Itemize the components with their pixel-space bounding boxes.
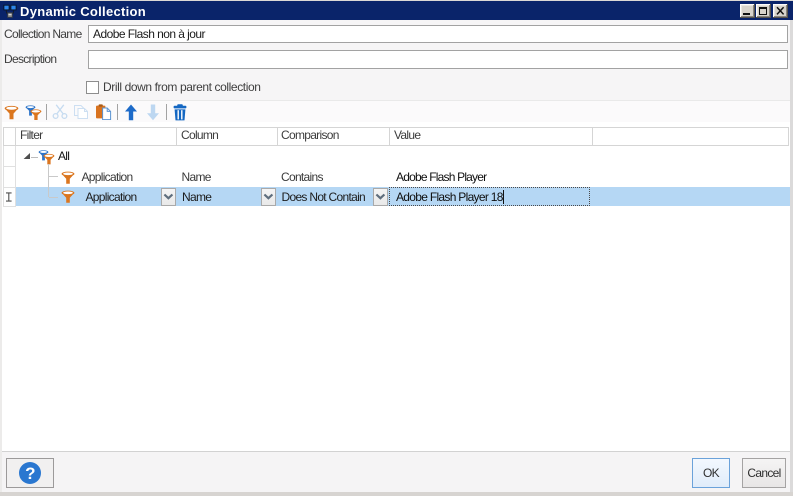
svg-text:?: ? [25,464,35,483]
